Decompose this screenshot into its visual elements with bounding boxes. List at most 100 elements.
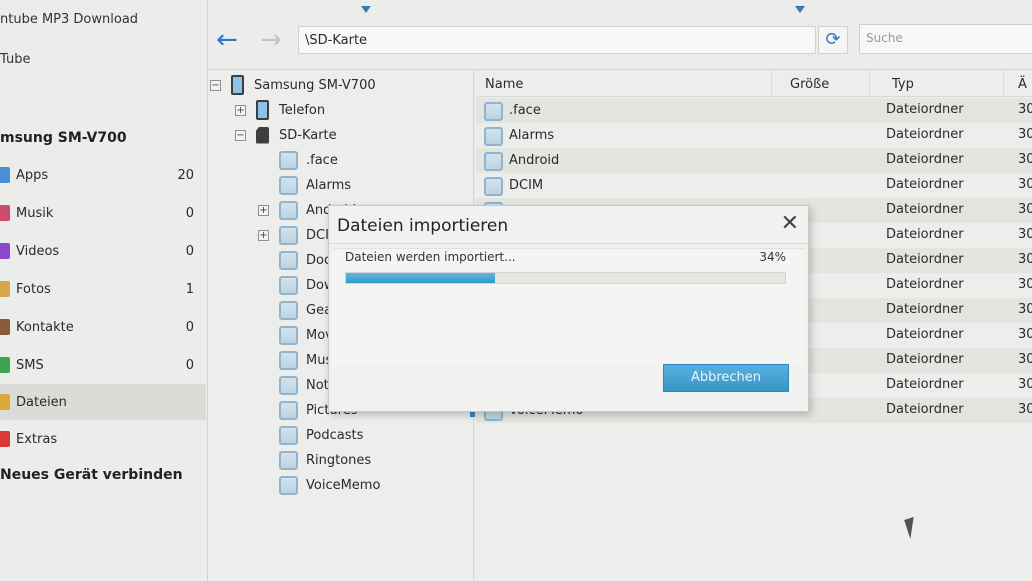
- sidebar-item-label: Extras: [16, 431, 58, 447]
- file-type: Dateiordner: [886, 377, 964, 392]
- tree-item-folder[interactable]: Podcasts: [260, 424, 363, 446]
- tree-item-phone[interactable]: + Telefon: [235, 99, 325, 121]
- file-type: Dateiordner: [886, 127, 964, 142]
- dialog-header: Dateien importieren ✕: [329, 206, 808, 244]
- sidebar-item-apps[interactable]: Apps 20: [0, 157, 206, 193]
- folder-icon: [484, 152, 503, 171]
- folder-icon: [484, 102, 503, 121]
- connect-device-link[interactable]: Neues Gerät verbinden: [0, 467, 183, 483]
- sidebar-top-item-2[interactable]: Tube: [0, 52, 30, 67]
- tree-item-label: Ringtones: [306, 452, 372, 468]
- sidebar-item-sms[interactable]: SMS 0: [0, 347, 206, 383]
- sidebar-item-kontakte[interactable]: Kontakte 0: [0, 309, 206, 345]
- files-icon: [0, 394, 10, 410]
- dropdown-arrow-icon[interactable]: [795, 6, 805, 13]
- sidebar-item-count: 0: [185, 205, 194, 221]
- path-field[interactable]: \SD-Karte: [298, 26, 816, 54]
- file-date: 30.0: [1018, 377, 1032, 392]
- search-input[interactable]: Suche: [859, 24, 1032, 54]
- sidebar-item-fotos[interactable]: Fotos 1: [0, 271, 206, 307]
- file-date: 30.0: [1018, 402, 1032, 417]
- folder-icon: [279, 475, 298, 495]
- expand-icon[interactable]: +: [258, 229, 269, 241]
- device-name: msung SM-V700: [0, 130, 127, 146]
- table-row[interactable]: .face Dateiordner 30.: [476, 98, 1032, 123]
- toolbar: ← → \SD-Karte ⟳ Suche: [208, 0, 1032, 70]
- column-name[interactable]: Name: [485, 77, 523, 92]
- file-name: Alarms: [509, 128, 555, 143]
- folder-icon: [279, 225, 298, 245]
- file-date: 30.: [1018, 327, 1032, 342]
- expand-icon[interactable]: +: [235, 104, 246, 116]
- column-date[interactable]: Ä: [1018, 77, 1027, 92]
- column-type[interactable]: Typ: [892, 77, 914, 92]
- tree-item-folder[interactable]: VoiceMemo: [260, 474, 380, 496]
- file-date: 30.: [1018, 127, 1032, 142]
- file-type: Dateiordner: [886, 252, 964, 267]
- file-date: 30: [1018, 152, 1032, 167]
- file-type: Dateiordner: [886, 227, 964, 242]
- tree-item-label: Podcasts: [306, 427, 364, 443]
- tree-item-folder[interactable]: Ringtones: [260, 449, 371, 471]
- folder-icon: [484, 177, 503, 196]
- file-type: Dateiordner: [886, 402, 964, 417]
- dropdown-arrow-icon[interactable]: [361, 6, 371, 13]
- collapse-icon[interactable]: −: [235, 129, 246, 141]
- file-type: Dateiordner: [886, 277, 964, 292]
- tree-item-label: .face: [306, 152, 338, 168]
- apps-icon: [0, 167, 10, 183]
- tree-item-label: Telefon: [279, 102, 326, 118]
- sidebar-top-item-1[interactable]: ntube MP3 Download: [0, 12, 138, 27]
- back-arrow-icon[interactable]: ←: [216, 27, 238, 53]
- refresh-icon[interactable]: ⟳: [818, 26, 848, 54]
- tree-item-label: Alarms: [306, 177, 352, 193]
- folder-icon: [279, 200, 298, 220]
- column-separator[interactable]: [771, 71, 772, 95]
- sidebar-item-label: Dateien: [16, 394, 67, 410]
- table-row[interactable]: Alarms Dateiordner 30.: [476, 123, 1032, 148]
- sidebar-item-videos[interactable]: Videos 0: [0, 233, 206, 269]
- sidebar-item-extras[interactable]: Extras: [0, 421, 206, 457]
- file-type: Dateiordner: [886, 102, 964, 117]
- file-date: 30.: [1018, 252, 1032, 267]
- sidebar-item-musik[interactable]: Musik 0: [0, 195, 206, 231]
- sidebar-item-label: SMS: [16, 357, 44, 373]
- folder-icon: [484, 127, 503, 146]
- forward-arrow-icon[interactable]: →: [260, 27, 282, 53]
- close-icon[interactable]: ✕: [781, 211, 799, 237]
- sidebar-item-count: 20: [177, 167, 194, 183]
- phone-icon: [231, 75, 244, 95]
- column-separator[interactable]: [1003, 71, 1004, 95]
- file-name: .face: [509, 103, 541, 118]
- folder-icon: [279, 425, 298, 445]
- tree-item-folder[interactable]: Gear: [260, 299, 337, 321]
- cancel-button[interactable]: Abbrechen: [663, 364, 789, 392]
- column-separator[interactable]: [869, 71, 870, 95]
- file-type: Dateiordner: [886, 327, 964, 342]
- tree-item-label: SD-Karte: [279, 127, 337, 143]
- progress-bar: [345, 272, 786, 284]
- video-icon: [0, 243, 10, 259]
- folder-icon: [279, 450, 298, 470]
- expand-icon[interactable]: +: [258, 204, 269, 216]
- file-date: 30.0: [1018, 352, 1032, 367]
- folder-icon: [279, 250, 298, 270]
- collapse-icon[interactable]: −: [210, 79, 221, 91]
- sidebar-item-dateien[interactable]: Dateien: [0, 384, 206, 420]
- tree-item-folder[interactable]: .face: [260, 149, 338, 171]
- file-date: 30.: [1018, 302, 1032, 317]
- file-date: 30.: [1018, 202, 1032, 217]
- table-row[interactable]: DCIM Dateiordner 30: [476, 173, 1032, 198]
- column-size[interactable]: Größe: [790, 77, 829, 92]
- dialog-title: Dateien importieren: [337, 216, 509, 236]
- file-type: Dateiordner: [886, 177, 964, 192]
- tree-item-sd[interactable]: − SD-Karte: [235, 124, 337, 146]
- sidebar-item-count: 1: [185, 281, 194, 297]
- tree-item-folder[interactable]: Alarms: [260, 174, 351, 196]
- file-type: Dateiordner: [886, 152, 964, 167]
- folder-icon: [279, 275, 298, 295]
- phone-icon: [256, 100, 269, 120]
- table-row[interactable]: Android Dateiordner 30: [476, 148, 1032, 173]
- tree-item-root[interactable]: − Samsung SM-V700: [210, 74, 376, 96]
- tree-item-label: Samsung SM-V700: [254, 77, 376, 93]
